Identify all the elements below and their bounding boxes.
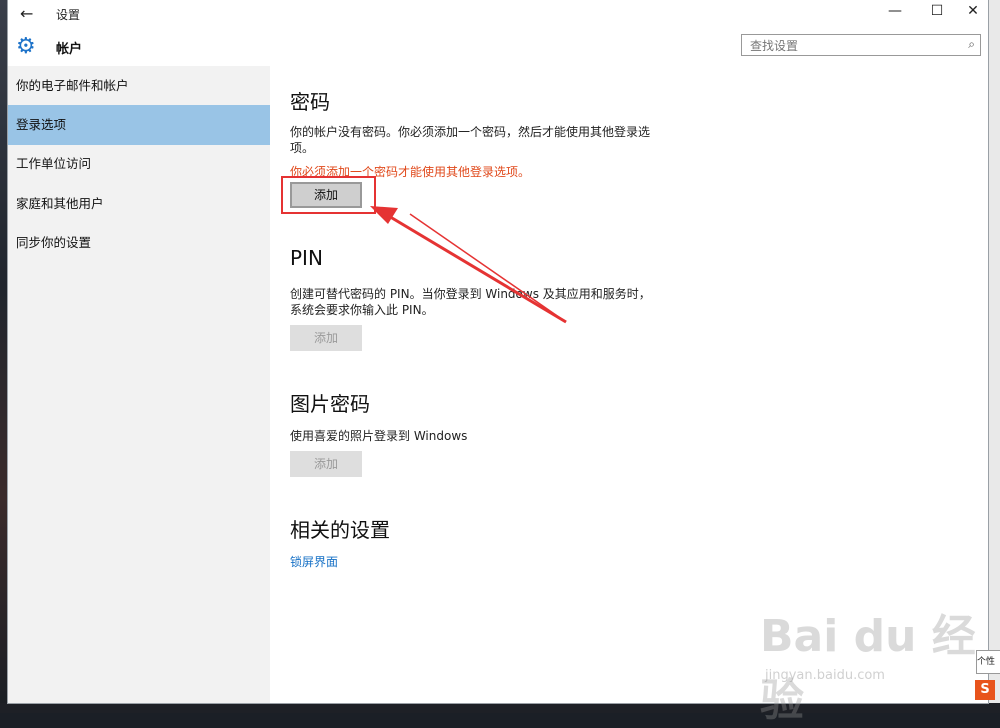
- settings-window: ← 设置 — ☐ ✕ ⚙ 帐户 ⌕ 你的电子邮件和帐户 登录选项 工作单位访问 …: [8, 0, 988, 703]
- window-title: 设置: [56, 8, 81, 22]
- page-header: ⚙ 帐户 ⌕: [8, 28, 988, 66]
- maximize-button[interactable]: ☐: [922, 3, 952, 19]
- sidebar-item-work-access[interactable]: 工作单位访问: [8, 144, 270, 184]
- tray-tooltip: 个性: [976, 650, 1000, 674]
- sidebar-item-sign-in-options[interactable]: 登录选项: [8, 105, 270, 145]
- sogou-ime-icon[interactable]: S: [975, 680, 995, 700]
- back-arrow-icon[interactable]: ←: [20, 4, 33, 23]
- close-button[interactable]: ✕: [958, 3, 988, 19]
- desktop-left-edge: [0, 0, 8, 713]
- baidu-watermark-url: jingyan.baidu.com: [765, 668, 885, 683]
- gear-icon: ⚙: [16, 34, 36, 59]
- baidu-watermark-logo: Bai du 经验: [760, 611, 976, 726]
- search-icon[interactable]: ⌕: [968, 37, 975, 52]
- page-title: 帐户: [56, 42, 83, 57]
- sidebar: 你的电子邮件和帐户 登录选项 工作单位访问 家庭和其他用户 同步你的设置: [8, 66, 270, 703]
- search-box[interactable]: ⌕: [741, 34, 981, 56]
- sidebar-item-sync-settings[interactable]: 同步你的设置: [8, 223, 270, 263]
- search-input[interactable]: [748, 36, 952, 56]
- minimize-button[interactable]: —: [880, 3, 910, 19]
- sidebar-item-family-users[interactable]: 家庭和其他用户: [8, 184, 270, 224]
- sidebar-item-email-accounts[interactable]: 你的电子邮件和帐户: [8, 66, 270, 106]
- title-bar: ← 设置 — ☐ ✕: [8, 0, 988, 28]
